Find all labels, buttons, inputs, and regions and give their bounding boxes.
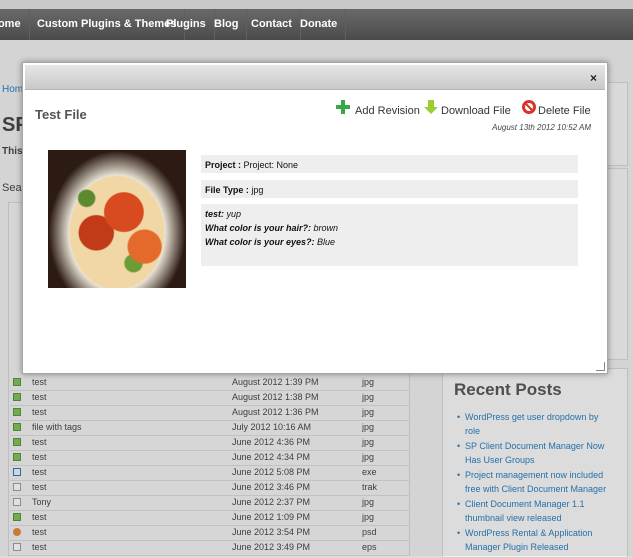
top-navigation: Home Custom Plugins & Themes Plugins Blo… — [0, 0, 633, 40]
file-preview-image[interactable] — [48, 150, 186, 288]
project-value: Project: None — [243, 160, 299, 170]
project-row: Project : Project: None — [201, 155, 578, 173]
file-timestamp: August 13th 2012 10:52 AM — [492, 123, 591, 132]
resize-handle-icon[interactable] — [596, 362, 605, 371]
field-label: test: — [205, 209, 225, 219]
file-type-value: jpg — [251, 185, 264, 195]
file-type-row: File Type : jpg — [201, 180, 578, 198]
project-label: Project : — [205, 160, 242, 170]
file-detail-modal: × Test File Add Revision Download File D… — [22, 62, 608, 374]
download-file-label: Download File — [441, 105, 511, 117]
field-value: brown — [313, 223, 339, 233]
file-type-label: File Type : — [205, 185, 249, 195]
field-label: What color is your eyes?: — [205, 237, 315, 247]
modal-title-bar[interactable]: × — [25, 65, 605, 90]
nav-donate[interactable]: Donate — [292, 9, 347, 40]
custom-fields: test: yup What color is your hair?: brow… — [201, 204, 578, 266]
nav-home[interactable]: Home — [0, 9, 30, 40]
custom-field-row: What color is your eyes?: Blue — [205, 237, 335, 247]
delete-icon — [522, 100, 536, 114]
close-icon[interactable]: × — [590, 71, 597, 85]
nav-blog[interactable]: Blog — [206, 9, 248, 40]
add-revision-label: Add Revision — [355, 105, 420, 117]
plus-icon — [336, 100, 350, 114]
custom-field-row: What color is your hair?: brown — [205, 223, 338, 233]
field-value: yup — [226, 209, 242, 219]
file-actions: Add Revision Download File Delete File — [335, 99, 601, 119]
download-arrow-icon — [424, 100, 438, 114]
field-value: Blue — [317, 237, 336, 247]
custom-field-row: test: yup — [205, 209, 241, 219]
file-title: Test File — [35, 107, 87, 122]
delete-file-label: Delete File — [538, 105, 591, 117]
field-label: What color is your hair?: — [205, 223, 312, 233]
